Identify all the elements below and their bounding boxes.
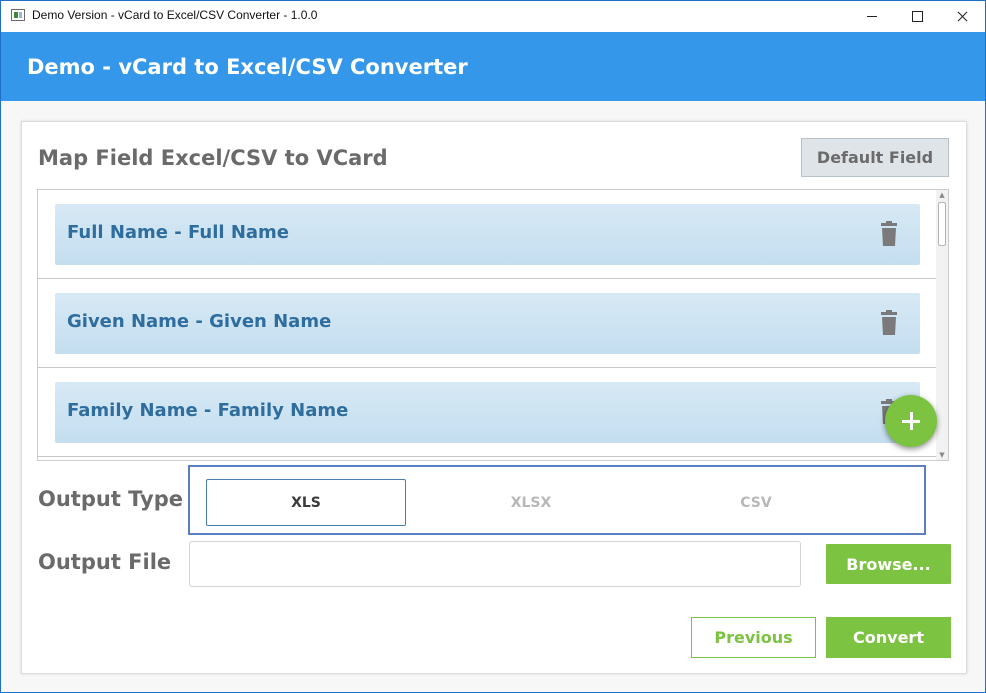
mapping-item-full-name[interactable]: Full Name - Full Name [55,204,920,265]
close-icon[interactable] [939,1,985,32]
trash-icon[interactable] [879,310,899,336]
list-item: Full Name - Full Name [38,190,936,279]
window-title: Demo Version - vCard to Excel/CSV Conver… [32,8,318,22]
previous-button[interactable]: Previous [691,617,816,658]
output-type-xlsx-option[interactable]: XLSX [431,479,631,526]
app-header: Demo - vCard to Excel/CSV Converter [1,32,985,101]
output-file-input[interactable] [189,541,801,587]
output-type-selector: XLS XLSX CSV [188,465,926,535]
scroll-thumb[interactable] [938,202,946,246]
list-scrollbar[interactable]: ▲ ▼ [936,190,948,460]
mapping-label: Family Name - Family Name [67,400,349,421]
scroll-down-icon[interactable]: ▼ [936,450,948,460]
output-type-csv-option[interactable]: CSV [656,479,856,526]
app-window: Demo Version - vCard to Excel/CSV Conver… [0,0,986,693]
output-type-label: Output Type [38,487,183,511]
list-item: Family Name - Family Name [38,368,936,457]
map-section-title: Map Field Excel/CSV to VCard [38,146,388,170]
trash-icon[interactable] [879,221,899,247]
output-file-label: Output File [38,550,172,574]
browse-button[interactable]: Browse... [826,544,951,584]
add-mapping-plus-icon[interactable] [885,395,937,447]
app-title: Demo - vCard to Excel/CSV Converter [27,55,468,79]
mapping-label: Full Name - Full Name [67,222,289,243]
output-type-xls-option[interactable]: XLS [206,479,406,526]
list-item: Given Name - Given Name [38,279,936,368]
app-icon [11,9,25,21]
minimize-icon[interactable] [849,1,895,32]
convert-button[interactable]: Convert [826,617,951,658]
maximize-icon[interactable] [894,1,940,32]
mapping-item-family-name[interactable]: Family Name - Family Name [55,382,920,443]
mapping-label: Given Name - Given Name [67,311,332,332]
mapping-item-given-name[interactable]: Given Name - Given Name [55,293,920,354]
title-bar: Demo Version - vCard to Excel/CSV Conver… [1,1,985,32]
scroll-up-icon[interactable]: ▲ [936,190,948,200]
main-panel: Map Field Excel/CSV to VCard Default Fie… [21,121,967,674]
default-field-button[interactable]: Default Field [801,138,949,177]
field-mapping-list[interactable]: Full Name - Full Name Given Name - Given… [37,189,949,461]
